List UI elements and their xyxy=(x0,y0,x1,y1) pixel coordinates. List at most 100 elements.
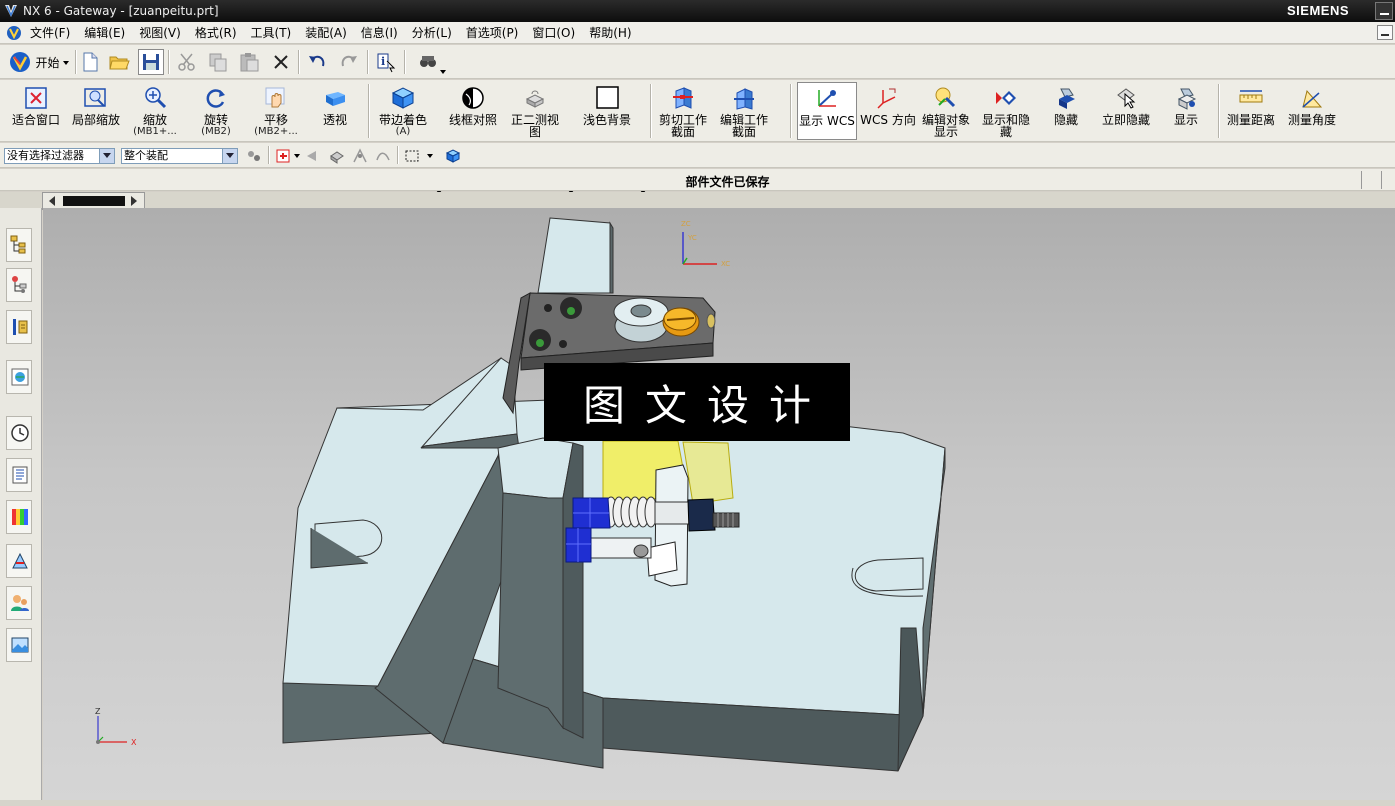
zoom-button[interactable]: 缩放 (MB1+... xyxy=(128,82,182,140)
system-visualization-tab[interactable] xyxy=(6,628,32,662)
snap-point-icon[interactable] xyxy=(352,148,368,164)
reuse-library-tab[interactable] xyxy=(6,458,32,492)
triad-x-label: X xyxy=(131,738,137,747)
palettes-tab[interactable] xyxy=(6,500,32,534)
nx-app-icon[interactable] xyxy=(3,3,19,19)
measure-distance-button[interactable]: 测量距离 xyxy=(1222,82,1280,140)
assembly-tree-icon xyxy=(10,235,26,254)
face-select-icon[interactable] xyxy=(329,148,345,164)
wcs-orient-icon xyxy=(877,88,896,109)
process-studio-tab[interactable] xyxy=(6,544,32,578)
menu-tools[interactable]: 工具(T) xyxy=(247,24,302,41)
perspective-box-icon xyxy=(326,92,345,106)
snap-curve-icon[interactable] xyxy=(375,148,391,164)
information-button[interactable]: i xyxy=(373,49,399,75)
immediate-hide-button[interactable]: 立即隐藏 xyxy=(1096,82,1156,140)
open-button[interactable] xyxy=(107,49,131,75)
edit-object-display-button[interactable]: 编辑对象 显示 xyxy=(918,82,974,140)
restore-window-button[interactable] xyxy=(1377,25,1393,40)
start-button[interactable]: 开始 xyxy=(6,49,72,75)
web-browser-tab[interactable] xyxy=(6,360,32,394)
menu-assemblies[interactable]: 装配(A) xyxy=(301,24,357,41)
edit-section-label-2: 截面 xyxy=(731,125,756,139)
save-button[interactable] xyxy=(138,49,164,75)
show-wcs-button[interactable]: 显示 WCS xyxy=(797,82,857,140)
trimetric-button[interactable]: 正二测视 图 xyxy=(508,82,562,140)
constraint-navigator-tab[interactable] xyxy=(6,268,32,302)
tab-prev-icon[interactable] xyxy=(44,194,62,208)
chevron-down-icon[interactable] xyxy=(222,149,237,163)
type-filter-select[interactable]: 没有选择过滤器 xyxy=(4,148,115,164)
delete-button[interactable] xyxy=(269,49,293,75)
type-filter-value: 没有选择过滤器 xyxy=(7,149,84,162)
measure-angle-button[interactable]: 测量角度 xyxy=(1284,82,1340,140)
rotate-button[interactable]: 旋转 (MB2) xyxy=(190,82,242,140)
cut-button[interactable] xyxy=(175,49,199,75)
wcs-orient-button[interactable]: WCS 方向 xyxy=(860,82,916,140)
menu-view[interactable]: 视图(V) xyxy=(135,24,191,41)
graphics-viewport[interactable]: ZC YC XC Z X 图文设计 xyxy=(43,208,1395,800)
paste-icon xyxy=(240,53,259,72)
clip-work-section-button[interactable]: 剪切工作 截面 xyxy=(654,82,712,140)
selection-scope-select[interactable]: 整个装配 xyxy=(121,148,238,164)
shaded-with-edges-button[interactable]: 带边着色 (A) xyxy=(374,82,432,140)
rotate-hint: (MB2) xyxy=(201,126,231,137)
redo-button[interactable] xyxy=(336,49,362,75)
assembly-navigator-tab[interactable] xyxy=(6,228,32,262)
scissors-icon xyxy=(178,53,195,71)
menu-information[interactable]: 信息(I) xyxy=(357,24,408,41)
assembly-model[interactable]: ZC YC XC Z X xyxy=(43,208,1395,800)
fit-button[interactable]: 适合窗口 xyxy=(6,82,66,140)
rectangle-select-icon[interactable] xyxy=(404,148,420,164)
shaded-label: 带边着色 xyxy=(378,113,427,127)
trimetric-icon xyxy=(525,90,545,108)
pan-hint: (MB2+... xyxy=(254,126,298,137)
clip-label-2: 截面 xyxy=(670,125,695,139)
selection-filter-icon[interactable] xyxy=(276,148,292,164)
nx-menu-logo-icon[interactable] xyxy=(6,25,22,41)
zoom-region-icon xyxy=(84,88,106,107)
tab-next-icon[interactable] xyxy=(125,194,143,208)
undo-icon xyxy=(309,55,325,67)
chevron-down-icon[interactable] xyxy=(99,149,114,163)
menu-file[interactable]: 文件(F) xyxy=(26,24,80,41)
show-and-hide-button[interactable]: 显示和隐 藏 xyxy=(978,82,1034,140)
tab-strip xyxy=(0,192,1395,208)
undo-button[interactable] xyxy=(304,49,330,75)
bottom-taskbar-strip xyxy=(0,800,1395,806)
menu-preferences[interactable]: 首选项(P) xyxy=(462,24,529,41)
redo-icon xyxy=(341,55,357,67)
paste-button[interactable] xyxy=(237,49,261,75)
wireframe-dock-button[interactable]: 线框对照 xyxy=(444,82,502,140)
light-background-button[interactable]: 浅色背景 xyxy=(578,82,636,140)
pan-button[interactable]: 平移 (MB2+... xyxy=(250,82,302,140)
show-wcs-label: 显示 WCS xyxy=(799,114,855,128)
minimize-button[interactable] xyxy=(1375,2,1393,20)
part-navigator-tab[interactable] xyxy=(6,310,32,344)
copy-button[interactable] xyxy=(206,49,230,75)
edit-work-section-button[interactable]: 编辑工作 截面 xyxy=(716,82,772,140)
history-tab[interactable] xyxy=(6,416,32,450)
background-square-icon xyxy=(596,86,619,109)
perspective-button[interactable]: 透视 xyxy=(310,82,360,140)
show-button[interactable]: 显示 xyxy=(1162,82,1210,140)
menu-format[interactable]: 格式(R) xyxy=(191,24,247,41)
zoom-region-button[interactable]: 局部缩放 xyxy=(68,82,124,140)
start-label: 开始 xyxy=(35,55,60,70)
hide-button[interactable]: 隐藏 xyxy=(1040,82,1092,140)
view-orient-button[interactable] xyxy=(410,49,446,75)
menu-help[interactable]: 帮助(H) xyxy=(585,24,641,41)
wcs-z-label: ZC xyxy=(681,220,691,228)
general-selection-icon[interactable] xyxy=(246,148,262,164)
menu-edit[interactable]: 编辑(E) xyxy=(80,24,135,41)
menu-window[interactable]: 窗口(O) xyxy=(528,24,585,41)
arrow-select-icon[interactable] xyxy=(304,148,320,164)
constraint-tree-icon xyxy=(12,276,27,293)
library-icon xyxy=(12,466,28,484)
solid-body-icon[interactable] xyxy=(445,148,461,164)
svg-text:i: i xyxy=(381,55,385,68)
active-tab-indicator[interactable] xyxy=(63,196,125,206)
menu-analysis[interactable]: 分析(L) xyxy=(408,24,462,41)
new-file-button[interactable] xyxy=(78,49,102,75)
roles-tab[interactable] xyxy=(6,586,32,620)
